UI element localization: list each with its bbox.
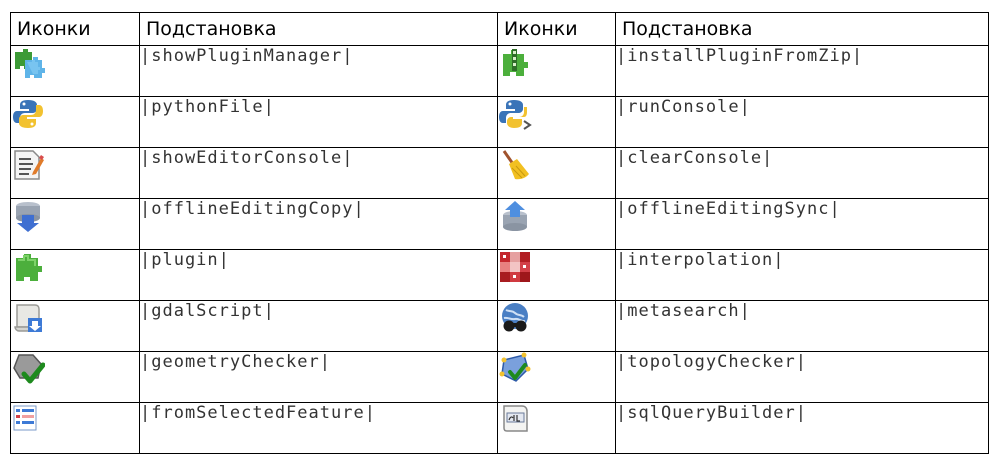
plugin-manager-icon xyxy=(11,46,45,80)
substitution-code: |offlineEditingCopy| xyxy=(139,198,498,250)
substitution-code: |clearConsole| xyxy=(615,147,989,199)
substitution-code: |gdalScript| xyxy=(139,300,498,352)
table-row: |offlineEditingCopy| |offlineEditingSync… xyxy=(10,198,989,250)
substitution-code: |runConsole| xyxy=(615,96,989,148)
substitution-code: |plugin| xyxy=(139,249,498,301)
substitution-code: |interpolation| xyxy=(615,249,989,301)
table-row: |fromSelectedFeature| |sqlQueryBuilder| xyxy=(10,402,989,454)
run-console-icon xyxy=(498,97,532,131)
plugin-icon xyxy=(11,250,45,284)
offline-sync-icon xyxy=(498,199,532,233)
offline-copy-icon xyxy=(11,199,45,233)
substitution-table: Иконки Подстановка Иконки Подстановка |s… xyxy=(10,12,989,454)
substitution-header: Подстановка xyxy=(615,12,989,46)
install-plugin-zip-icon xyxy=(498,46,532,80)
substitution-code: |showEditorConsole| xyxy=(139,147,498,199)
substitution-header: Подстановка xyxy=(139,12,498,46)
table-row: |gdalScript| |metasearch| xyxy=(10,300,989,352)
table-row: |geometryChecker| |topologyChecker| xyxy=(10,351,989,403)
icons-header: Иконки xyxy=(10,12,140,46)
sql-query-builder-icon xyxy=(498,403,532,437)
interpolation-icon xyxy=(498,250,532,284)
substitution-code: |metasearch| xyxy=(615,300,989,352)
selected-feature-icon xyxy=(11,403,45,437)
substitution-code: |topologyChecker| xyxy=(615,351,989,403)
table-row: |plugin| |interpolation| xyxy=(10,249,989,301)
metasearch-icon xyxy=(498,301,532,335)
geometry-checker-icon xyxy=(11,352,45,386)
broom-icon xyxy=(498,148,532,182)
table-row: |pythonFile| |runConsole| xyxy=(10,96,989,148)
substitution-code: |showPluginManager| xyxy=(139,45,498,97)
table-row: |showEditorConsole| |clearConsole| xyxy=(10,147,989,199)
gdal-script-icon xyxy=(11,301,45,335)
substitution-code: |sqlQueryBuilder| xyxy=(615,402,989,454)
substitution-code: |offlineEditingSync| xyxy=(615,198,989,250)
substitution-code: |pythonFile| xyxy=(139,96,498,148)
editor-console-icon xyxy=(11,148,45,182)
header-row: Иконки Подстановка Иконки Подстановка xyxy=(10,12,989,46)
python-file-icon xyxy=(11,97,45,131)
substitution-code: |geometryChecker| xyxy=(139,351,498,403)
substitution-code: |installPluginFromZip| xyxy=(615,45,989,97)
substitution-code: |fromSelectedFeature| xyxy=(139,402,498,454)
icons-header: Иконки xyxy=(497,12,616,46)
topology-checker-icon xyxy=(498,352,532,386)
table-row: |showPluginManager| |installPluginFromZi… xyxy=(10,45,989,97)
